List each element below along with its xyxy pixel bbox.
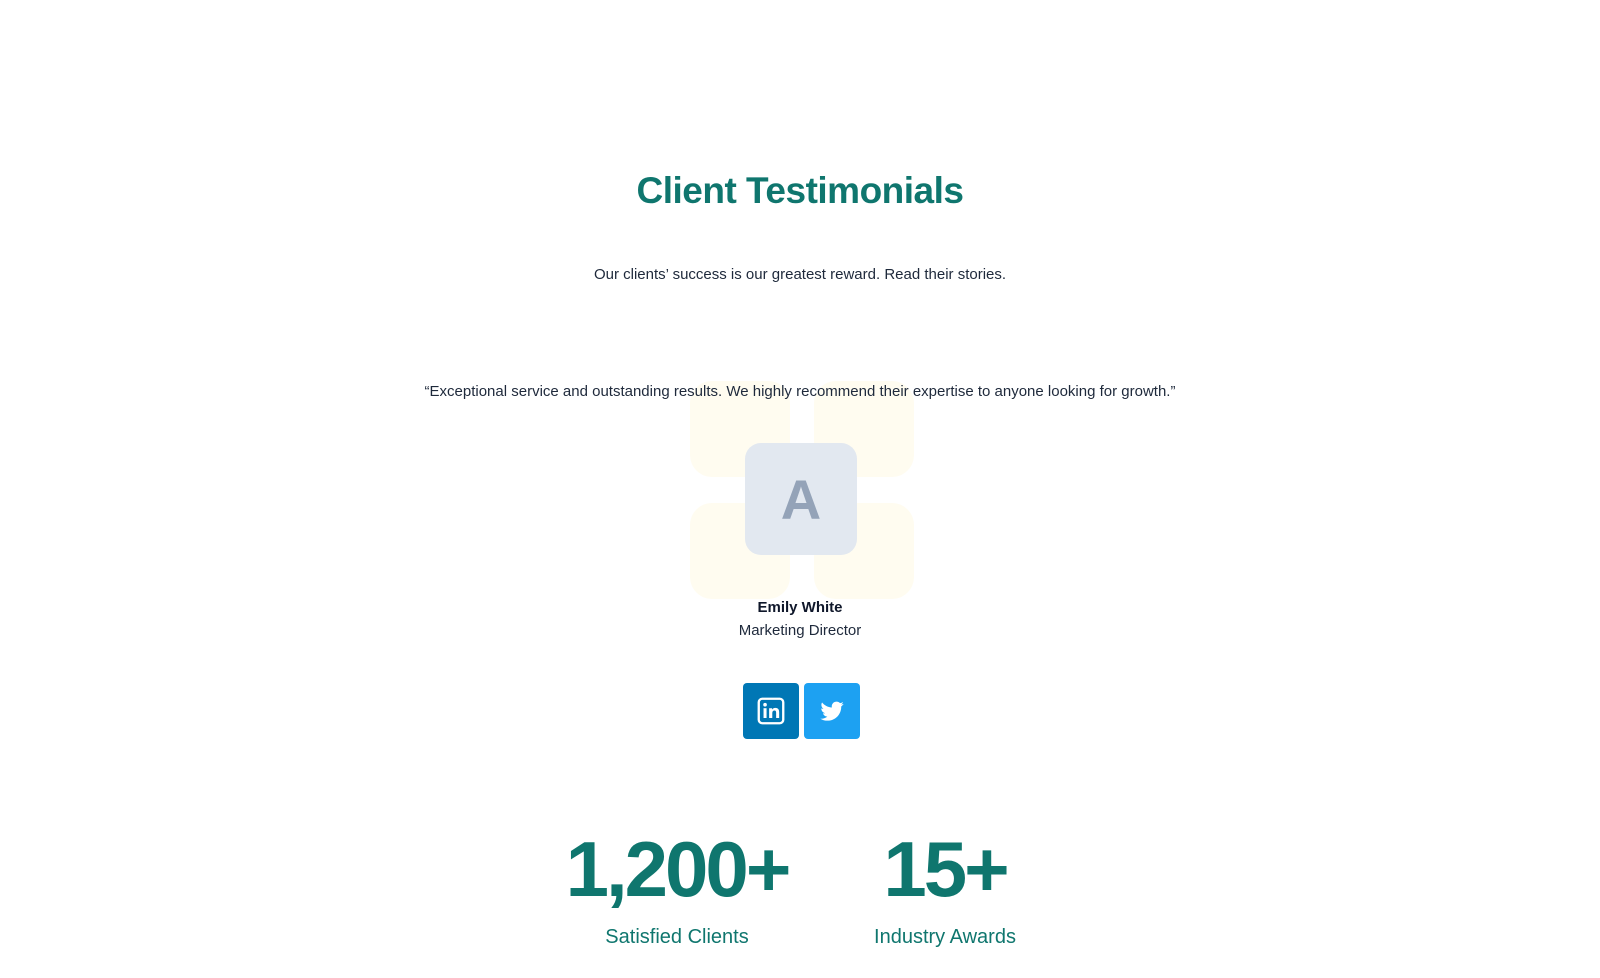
section-title: Client Testimonials — [636, 170, 965, 211]
stat-value: 15+ — [883, 825, 1009, 913]
testimonial-author-name: Emily White — [757, 599, 843, 616]
stat-value: 1,200+ — [565, 825, 792, 913]
social-links — [743, 683, 860, 739]
twitter-icon — [820, 701, 844, 721]
avatar-initial: A — [780, 467, 822, 531]
stat-label: Satisfied Clients — [605, 926, 749, 948]
twitter-button[interactable] — [804, 683, 860, 739]
testimonials-section: Client Testimonials Our clients’ success… — [0, 0, 1600, 978]
linkedin-button[interactable] — [743, 683, 799, 739]
linkedin-icon — [757, 697, 785, 725]
section-subtitle: Our clients’ success is our greatest rew… — [593, 266, 1007, 283]
stat-satisfied-clients: 1,200+ Satisfied Clients — [559, 830, 795, 949]
testimonial-quote: “Exceptional service and outstanding res… — [424, 383, 1176, 400]
avatar: A — [745, 443, 857, 555]
testimonial-author-role: Marketing Director — [738, 622, 862, 639]
stat-industry-awards: 15+ Industry Awards — [849, 830, 1041, 949]
stat-label: Industry Awards — [874, 926, 1016, 948]
stats-row: 1,200+ Satisfied Clients 15+ Industry Aw… — [0, 830, 1600, 949]
